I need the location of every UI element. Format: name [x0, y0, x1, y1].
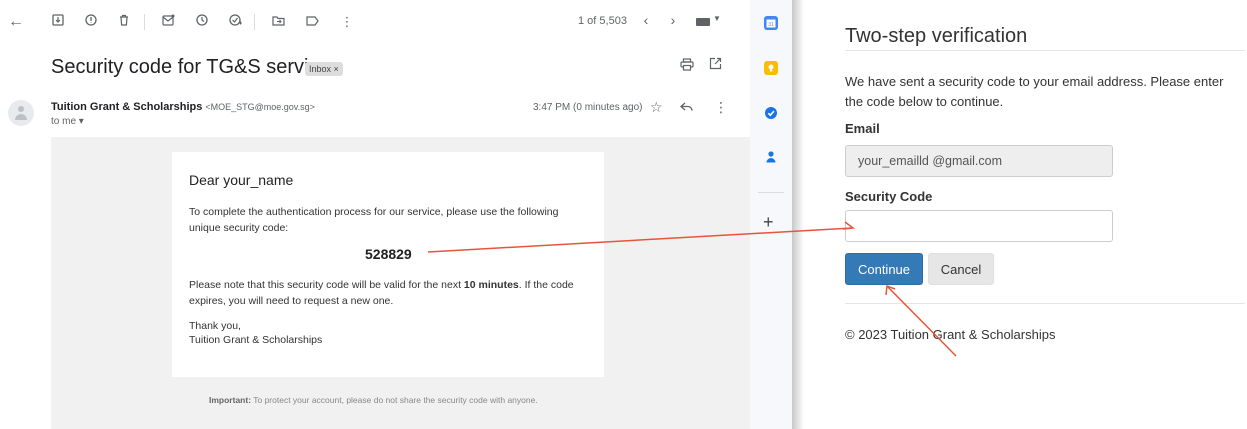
svg-text:31: 31 [768, 22, 774, 28]
pagination-count: 1 of 5,503 [578, 15, 627, 27]
star-icon[interactable]: ☆ [650, 99, 663, 116]
snooze-icon[interactable] [192, 12, 212, 32]
sender-email: <MOE_STG@moe.gov.sg> [205, 102, 315, 112]
reply-icon[interactable] [680, 99, 693, 115]
sender-avatar [8, 100, 34, 126]
toolbar-divider [254, 14, 255, 30]
delete-icon[interactable] [114, 12, 134, 32]
keep-icon[interactable] [764, 61, 778, 75]
page-title: Two-step verification [845, 25, 1028, 47]
security-notice-label: Important: [209, 395, 252, 405]
recipient-details-toggle[interactable]: to me ▾ [51, 116, 84, 127]
panel-shadow [792, 0, 804, 429]
received-time: 3:47 PM (0 minutes ago) [533, 102, 643, 113]
security-notice: Important: To protect your account, plea… [209, 395, 538, 405]
email-field: your_emailld @gmail.com [845, 145, 1113, 177]
two-step-verification-page: Two-step verification We have sent a sec… [804, 0, 1247, 429]
tasks-icon[interactable] [764, 106, 778, 120]
contacts-icon[interactable] [764, 150, 778, 164]
gmail-message-view: ← ⋮ 1 of 5,503 ‹ › ▼ Security code for T… [0, 0, 750, 429]
older-button[interactable]: › [664, 12, 682, 28]
add-to-tasks-icon[interactable] [225, 12, 245, 32]
email-validity-text: Please note that this security code will… [189, 277, 599, 309]
label-icon[interactable] [302, 12, 322, 32]
email-signoff: Thank you, Tuition Grant & Scholarships [189, 319, 322, 347]
security-code-input[interactable] [845, 210, 1113, 242]
keyboard-icon[interactable] [696, 18, 710, 26]
email-subject: Security code for TG&S services [51, 56, 340, 78]
back-arrow-icon[interactable]: ← [6, 12, 26, 32]
copyright-footer: © 2023 Tuition Grant & Scholarships [845, 327, 1056, 342]
cancel-button[interactable]: Cancel [928, 253, 994, 285]
open-in-new-window-icon[interactable] [709, 57, 722, 73]
footer-divider [845, 303, 1245, 304]
report-spam-icon[interactable] [81, 12, 101, 32]
inbox-label-chip[interactable]: Inbox × [305, 62, 343, 76]
signature-text: Tuition Grant & Scholarships [189, 334, 323, 346]
chevron-down-icon[interactable]: ▼ [713, 14, 721, 23]
email-intro-text: To complete the authentication process f… [189, 206, 559, 234]
validity-text-start: Please note that this security code will… [189, 279, 464, 291]
thanks-text: Thank you, [189, 320, 241, 332]
archive-icon[interactable] [48, 12, 68, 32]
message-more-vert-icon[interactable]: ⋮ [714, 99, 728, 116]
instructions-text: We have sent a security code to your ema… [845, 74, 1224, 109]
side-panel-divider [758, 192, 784, 193]
email-greeting: Dear your_name [189, 172, 294, 188]
sender-line: Tuition Grant & Scholarships <MOE_STG@moe… [51, 101, 315, 113]
email-label: Email [845, 121, 880, 136]
mark-unread-icon[interactable] [158, 12, 178, 32]
continue-button[interactable]: Continue [845, 253, 923, 285]
google-apps-side-panel: 31 + [750, 0, 792, 429]
title-divider [845, 50, 1245, 51]
print-icon[interactable] [680, 58, 694, 75]
validity-duration: 10 minutes [463, 279, 519, 291]
security-code-value: 528829 [365, 246, 412, 262]
move-to-icon[interactable] [268, 12, 288, 32]
security-notice-text: To protect your account, please do not s… [251, 395, 538, 405]
newer-button[interactable]: ‹ [637, 12, 655, 28]
toolbar-divider [144, 14, 145, 30]
sender-name[interactable]: Tuition Grant & Scholarships [51, 101, 202, 113]
calendar-icon[interactable]: 31 [764, 16, 778, 30]
security-code-label: Security Code [845, 189, 933, 204]
more-vert-icon[interactable]: ⋮ [337, 12, 357, 32]
plus-icon[interactable]: + [763, 212, 774, 233]
